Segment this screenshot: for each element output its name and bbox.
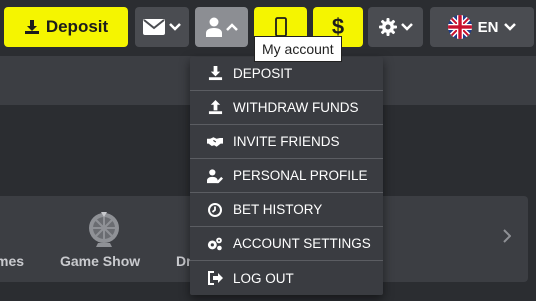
menu-item-label: ACCOUNT SETTINGS: [233, 236, 371, 251]
menu-item-label: BET HISTORY: [233, 202, 323, 217]
chevron-down-icon: [169, 23, 181, 31]
deposit-button[interactable]: Deposit: [4, 7, 128, 47]
account-dropdown-menu: DEPOSIT WITHDRAW FUNDS INVITE FRIENDS PE…: [190, 57, 383, 295]
deposit-label: Deposit: [45, 17, 109, 36]
messages-button[interactable]: [135, 7, 189, 47]
category-game-show[interactable]: Game Show: [60, 253, 140, 269]
mobile-phone-icon: [274, 17, 287, 37]
clock-icon: [207, 202, 223, 218]
chevron-down-icon: [504, 23, 517, 31]
menu-item-log-out[interactable]: LOG OUT: [190, 261, 383, 295]
upload-icon: [207, 100, 223, 116]
menu-item-label: PERSONAL PROFILE: [233, 168, 368, 183]
menu-item-personal-profile[interactable]: PERSONAL PROFILE: [190, 159, 383, 193]
menu-item-label: LOG OUT: [233, 270, 294, 286]
chevron-down-icon: [400, 23, 413, 31]
language-selector[interactable]: EN: [430, 7, 534, 47]
cogs-icon: [207, 236, 223, 252]
handshake-icon: [207, 134, 223, 150]
user-icon: [205, 17, 222, 37]
chevron-right-icon[interactable]: [503, 229, 511, 243]
menu-item-label: INVITE FRIENDS: [233, 134, 340, 149]
envelope-icon: [143, 19, 165, 35]
user-edit-icon: [207, 168, 223, 184]
menu-item-label: WITHDRAW FUNDS: [233, 100, 359, 115]
my-account-button[interactable]: [195, 7, 248, 47]
my-account-tooltip: My account: [254, 36, 342, 62]
menu-item-label: DEPOSIT: [233, 66, 293, 81]
sign-out-icon: [207, 270, 223, 286]
download-icon: [207, 66, 223, 82]
settings-button[interactable]: [368, 7, 423, 47]
uk-flag-icon: [447, 15, 472, 39]
category-games-partial[interactable]: mes: [0, 253, 24, 269]
menu-item-deposit[interactable]: DEPOSIT: [190, 57, 383, 91]
language-label: EN: [477, 18, 499, 36]
wheel-icon: [89, 212, 119, 247]
menu-item-bet-history[interactable]: BET HISTORY: [190, 193, 383, 227]
chevron-up-icon: [225, 23, 238, 31]
menu-item-account-settings[interactable]: ACCOUNT SETTINGS: [190, 227, 383, 261]
download-icon: [24, 20, 39, 34]
menu-item-withdraw-funds[interactable]: WITHDRAW FUNDS: [190, 91, 383, 125]
menu-item-invite-friends[interactable]: INVITE FRIENDS: [190, 125, 383, 159]
gear-icon: [378, 18, 397, 36]
